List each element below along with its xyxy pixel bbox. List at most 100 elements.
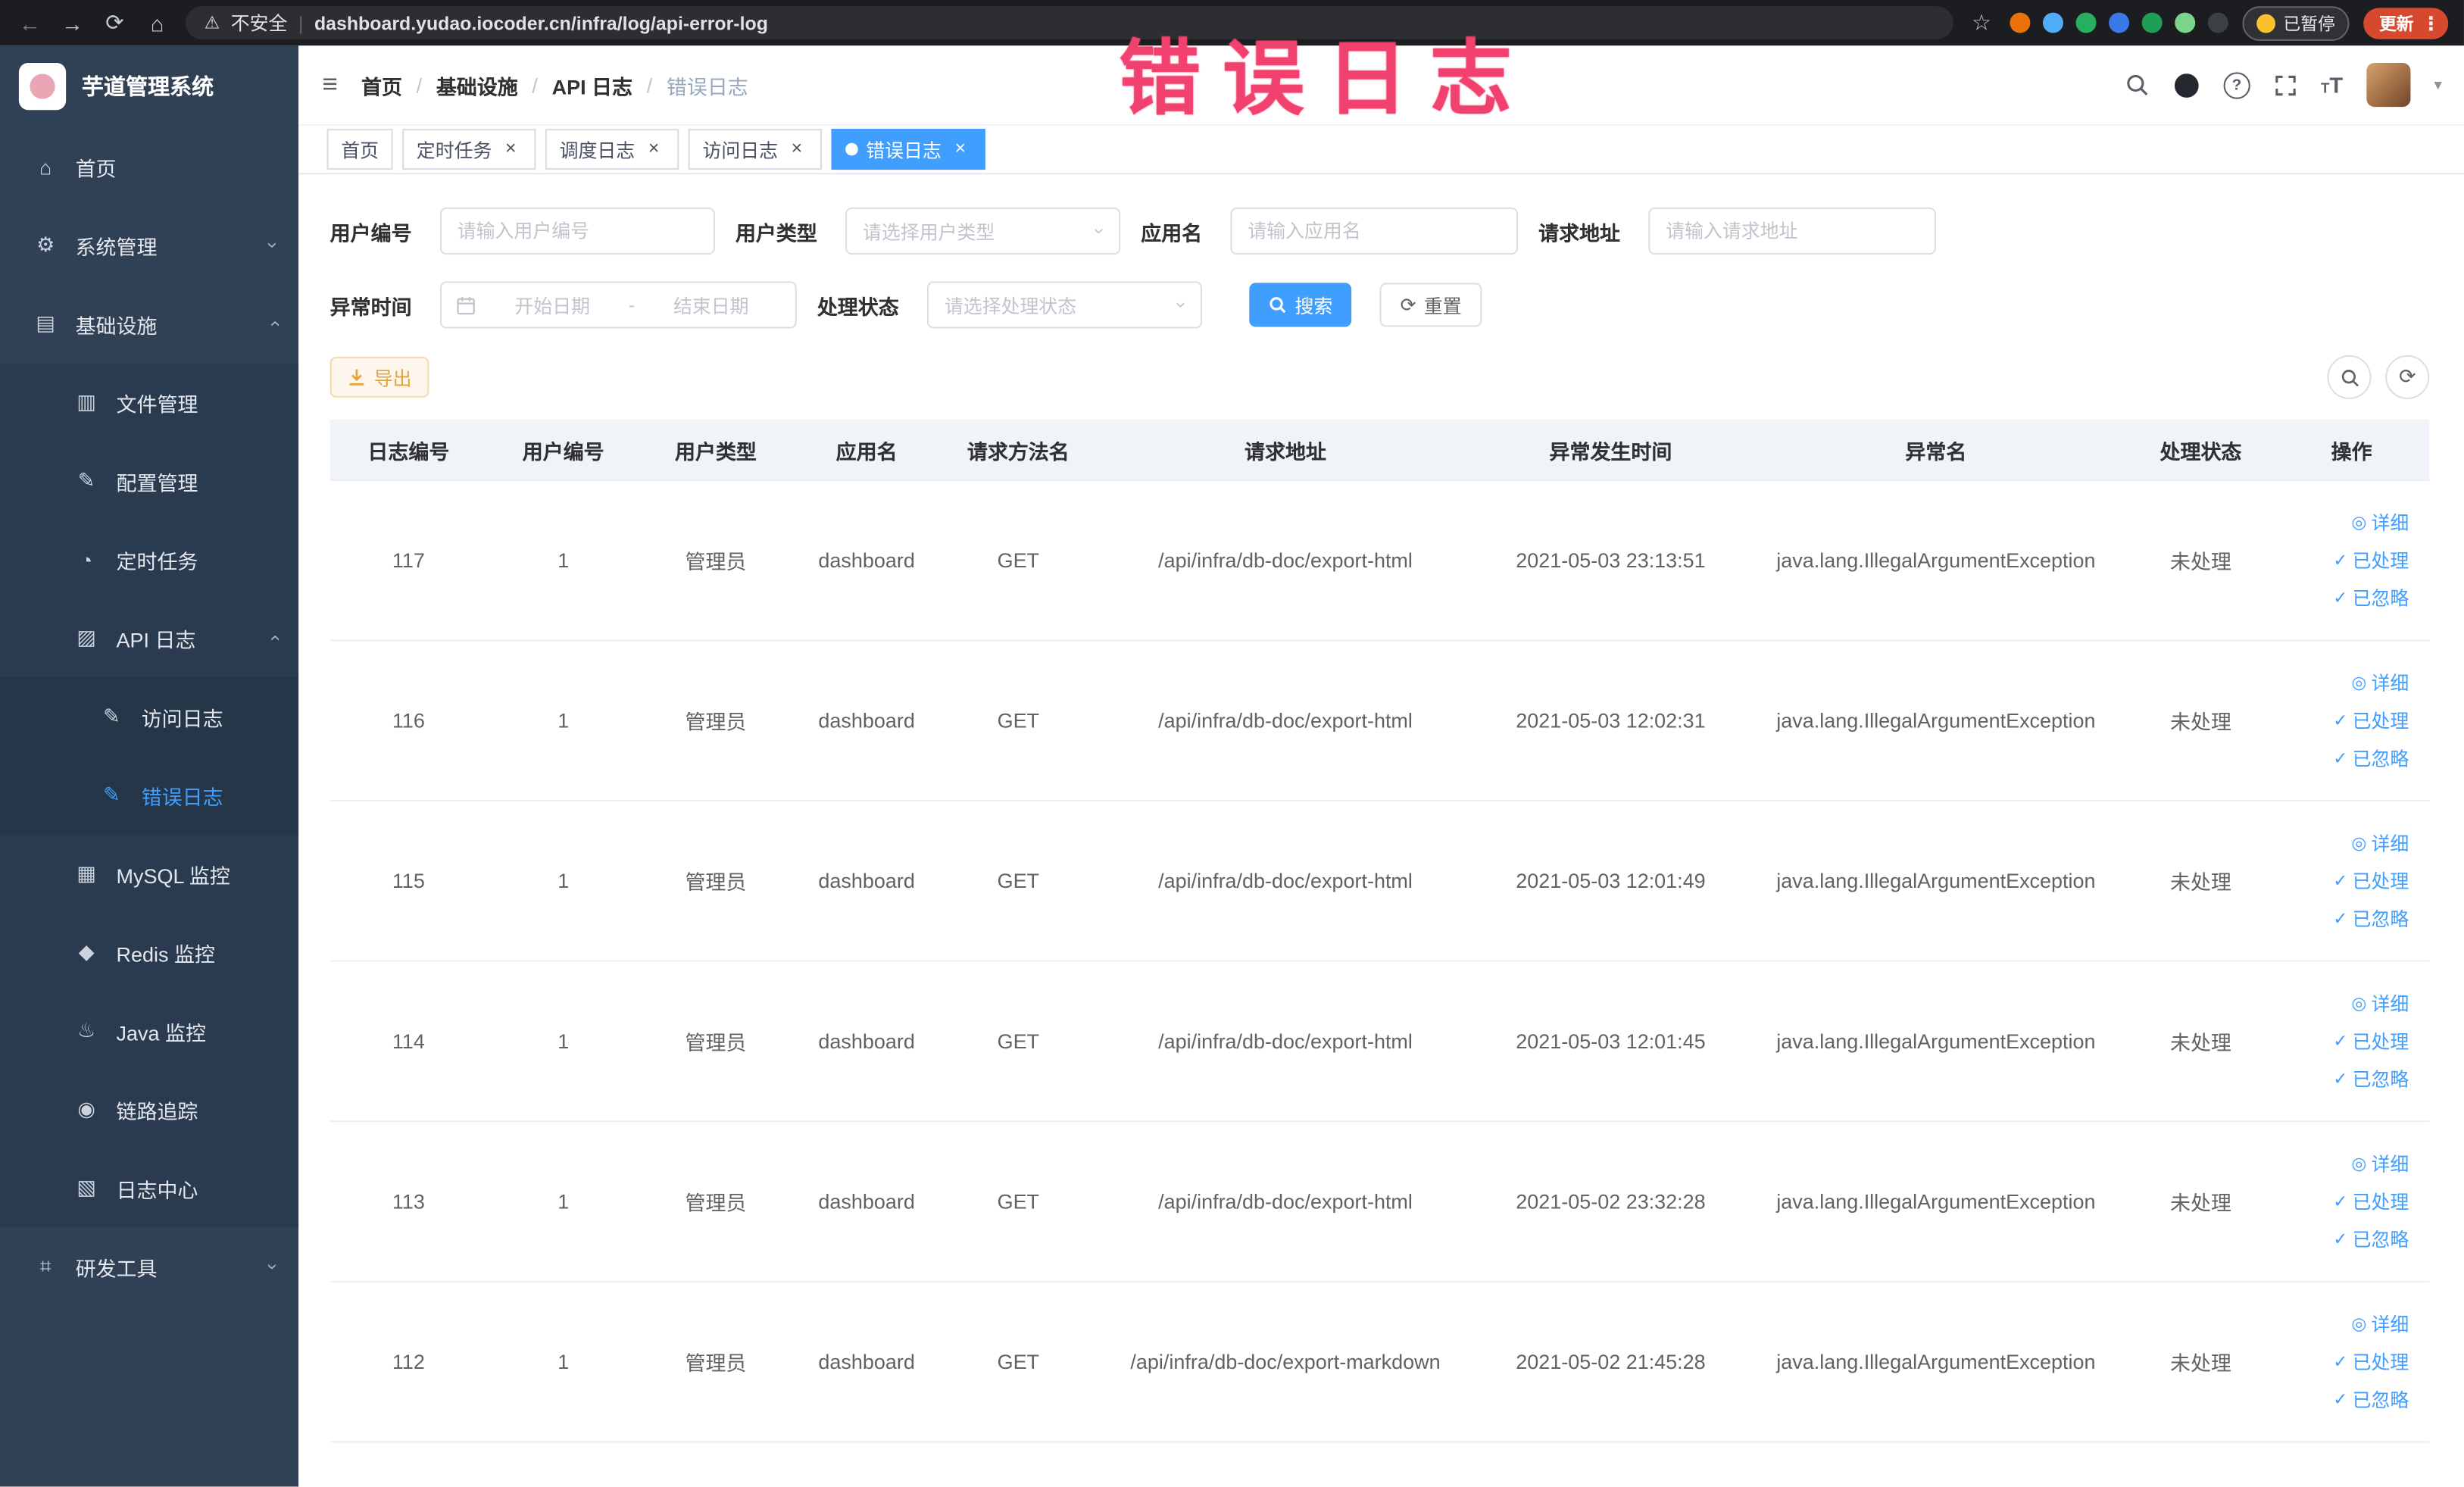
extension-icon[interactable] [2175,12,2196,33]
sidebar-item-java-monitor[interactable]: ♨ Java 监控 [0,992,299,1070]
extension-icon[interactable] [2010,12,2031,33]
action-detail[interactable]: ◎ 详细 [2351,1310,2409,1337]
sidebar-item-dev-tools[interactable]: ⌗ 研发工具 › [0,1227,298,1306]
action-ignored[interactable]: ✓ 已忽略 [2333,585,2409,611]
request-url-input[interactable] [1648,207,1937,255]
toggle-search-button[interactable] [2327,355,2372,399]
fullscreen-icon[interactable] [2274,73,2297,96]
action-ignored[interactable]: ✓ 已忽略 [2333,1226,2409,1252]
cell-user_id: 1 [557,1189,570,1214]
reload-button[interactable]: ⟳ [101,9,129,36]
action-detail[interactable]: ◎ 详细 [2351,509,2409,536]
action-detail[interactable]: ◎ 详细 [2351,670,2409,696]
action-processed[interactable]: ✓ 已处理 [2333,1348,2409,1375]
help-icon[interactable]: ? [2223,71,2250,98]
search-icon[interactable] [2125,72,2150,97]
sidebar-item-cron-job[interactable]: ◔ 定时任务 [0,520,299,599]
ignored-icon: ✓ [2333,589,2348,608]
breadcrumb-item[interactable]: API 日志 [552,70,632,99]
sidebar-item-infra[interactable]: ▤ 基础设施 › [0,285,298,364]
back-button[interactable]: ← [16,10,44,35]
export-button[interactable]: 导出 [329,356,429,398]
cell-method: GET [997,1350,1040,1374]
exception-time-range-picker[interactable]: 开始日期 - 结束日期 [439,281,797,329]
action-label: 已处理 [2352,870,2409,893]
action-detail[interactable]: ◎ 详细 [2351,1151,2409,1177]
action-processed[interactable]: ✓ 已处理 [2333,1188,2409,1214]
sidebar-toggle-icon[interactable]: ≡ [298,69,361,100]
action-ignored[interactable]: ✓ 已忽略 [2333,905,2409,932]
sidebar: 芋道管理系统 ⌂ 首页 ⚙ 系统管理 › ▤ 基础设施 › ▥ 文件管理 ✎ 配置管理 ◔ 定时任务 ▨ AP… [0,45,299,1487]
action-detail[interactable]: ◎ 详细 [2351,829,2409,856]
reset-button[interactable]: ⟳ 重置 [1379,283,1482,327]
cell-user_type: 管理员 [685,550,747,574]
action-processed[interactable]: ✓ 已处理 [2333,867,2409,894]
sidebar-item-home[interactable]: ⌂ 首页 [0,127,298,206]
close-icon[interactable]: × [500,138,522,161]
paused-extension-button[interactable]: 已暂停 [2242,5,2350,40]
breadcrumb-item[interactable]: 首页 [361,70,402,99]
extension-icon[interactable] [2042,12,2063,33]
extension-icon[interactable] [2075,12,2097,33]
app-logo-row[interactable]: 芋道管理系统 [0,45,298,127]
breadcrumb-item[interactable]: 基础设施 [436,70,518,99]
sidebar-item-file-mgmt[interactable]: ▥ 文件管理 [0,363,299,442]
menu-dots-icon[interactable]: ⋮ [2422,12,2441,34]
cell-id: 117 [392,548,425,573]
extension-icon[interactable] [2207,12,2228,33]
action-processed[interactable]: ✓ 已处理 [2333,547,2409,573]
processed-icon: ✓ [2333,711,2348,731]
action-ignored[interactable]: ✓ 已忽略 [2333,1386,2409,1413]
refresh-table-button[interactable]: ⟳ [2385,355,2430,399]
forward-button[interactable]: → [58,10,86,35]
action-ignored[interactable]: ✓ 已忽略 [2333,745,2409,771]
update-browser-button[interactable]: 更新 ⋮ [2363,7,2449,39]
font-size-icon[interactable]: TT [2321,72,2343,96]
close-icon[interactable]: × [643,138,665,161]
column-header: 异常发生时间 [1549,439,1672,463]
sidebar-item-mysql-monitor[interactable]: ▦ MySQL 监控 [0,834,299,914]
sidebar-item-system[interactable]: ⚙ 系统管理 › [0,206,298,285]
action-label: 已忽略 [2352,1389,2409,1411]
chevron-down-icon[interactable]: ▾ [2434,77,2441,94]
sidebar-item-log-center[interactable]: ▧ 日志中心 [0,1148,299,1228]
action-ignored[interactable]: ✓ 已忽略 [2333,1066,2409,1092]
action-processed[interactable]: ✓ 已处理 [2333,1028,2409,1054]
github-icon[interactable] [2173,71,2200,98]
cell-exception: java.lang.IllegalArgumentException [1776,869,2096,893]
process-status-select[interactable]: 请选择处理状态 › [927,281,1203,329]
app-name-input[interactable] [1230,207,1519,255]
action-processed[interactable]: ✓ 已处理 [2333,708,2409,734]
chevron-down-icon: › [262,1263,285,1270]
sidebar-item-api-log[interactable]: ▨ API 日志 › [0,598,299,678]
file-icon: ▥ [77,389,96,414]
sidebar-item-trace[interactable]: ◉ 链路追踪 [0,1070,299,1149]
user-id-input[interactable] [439,207,715,255]
tab-home[interactable]: 首页 [326,129,393,170]
close-icon[interactable]: × [949,138,971,161]
screen: 错误日志 ← → ⟳ ⌂ ⚠ 不安全 | dashboard.yudao.ioc… [0,0,2464,1487]
browser-home-button[interactable]: ⌂ [143,10,171,35]
cell-app: dashboard [818,1029,915,1053]
extension-icon[interactable] [2109,12,2130,33]
address-bar[interactable]: ⚠ 不安全 | dashboard.yudao.iocoder.cn/infra… [185,6,1953,39]
tab-access-log[interactable]: 访问日志 × [688,129,823,170]
user-avatar[interactable] [2366,62,2411,108]
extension-icon[interactable] [2141,12,2163,33]
action-detail[interactable]: ◎ 详细 [2351,990,2409,1017]
errorlog-icon: ✎ [102,783,120,807]
tab-cron-job[interactable]: 定时任务 × [402,129,536,170]
tab-job-log[interactable]: 调度日志 × [545,129,679,170]
user-type-select[interactable]: 请选择用户类型 › [845,207,1121,255]
sidebar-item-error-log[interactable]: ✎ 错误日志 [0,755,299,835]
bookmark-star-icon[interactable]: ☆ [1967,9,1995,36]
tab-error-log[interactable]: 错误日志 × [831,129,985,170]
search-button[interactable]: 搜索 [1249,283,1352,327]
close-icon[interactable]: × [785,138,807,161]
table-row: 113 1 管理员 dashboard GET/api/infra/db-doc/exp… [329,1122,2430,1282]
column-header: 请求方法名 [967,439,1070,463]
sidebar-item-config-mgmt[interactable]: ✎ 配置管理 [0,441,299,520]
cell-user_id: 1 [557,1350,570,1374]
sidebar-item-redis-monitor[interactable]: ◆ Redis 监控 [0,913,299,992]
sidebar-item-access-log[interactable]: ✎ 访问日志 [0,677,299,756]
